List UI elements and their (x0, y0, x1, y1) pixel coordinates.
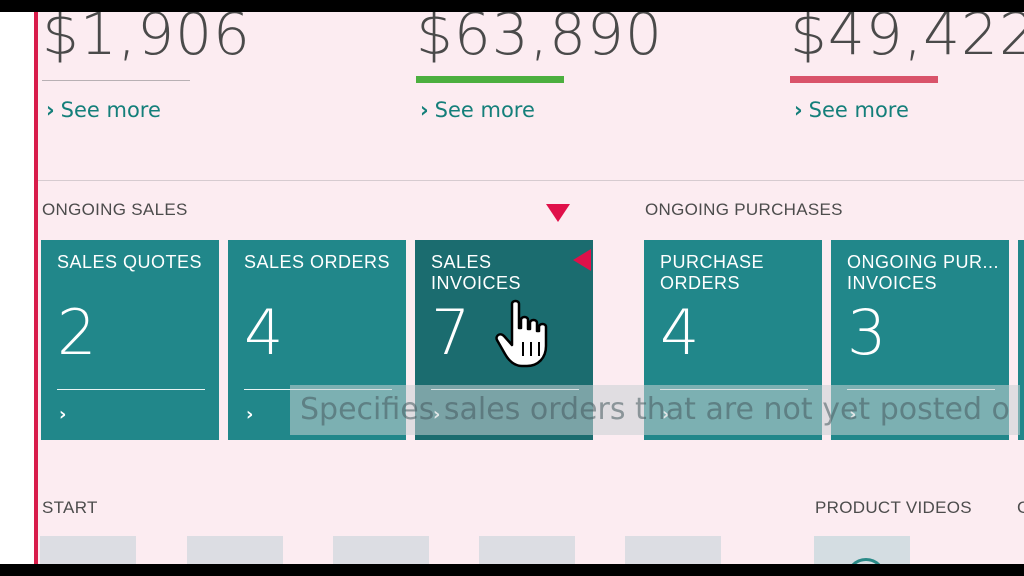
see-more-link-1[interactable]: › See more (46, 98, 161, 122)
see-more-label: See more (808, 98, 909, 122)
start-item[interactable] (333, 536, 429, 564)
chevron-right-icon: › (794, 98, 803, 122)
ongoing-purchases-heading: ONGOING PURCHASES (645, 200, 843, 219)
tile-title: SALES QUOTES (57, 252, 203, 272)
tile-tooltip: Specifies sales orders that are not yet … (290, 385, 1020, 435)
kpi-indicator-1 (42, 80, 190, 81)
tile-count: 3 (847, 296, 887, 369)
tile-count: 4 (244, 296, 284, 369)
chevron-right-icon: › (420, 98, 429, 122)
chevron-right-icon: › (246, 404, 254, 425)
tile-count: 7 (431, 296, 471, 369)
start-item[interactable] (625, 536, 721, 564)
role-center-page: $1,906 › See more $63,890 › See more $49,4… (0, 12, 1024, 564)
see-more-label: See more (60, 98, 161, 122)
kpi-value-1: $1,906 (42, 12, 251, 68)
see-more-label: See more (434, 98, 535, 122)
ongoing-sales-heading: ONGOING SALES (42, 200, 188, 219)
product-videos-heading: PRODUCT VIDEOS (815, 498, 972, 517)
hand-pointer-cursor-icon (495, 299, 548, 368)
pointer-marker-left (573, 249, 591, 271)
tile-count: 2 (57, 296, 97, 369)
left-margin (0, 12, 34, 564)
see-more-link-2[interactable]: › See more (420, 98, 535, 122)
tile-title: ONGOING PUR... INVOICES (847, 252, 1000, 293)
section-divider (38, 180, 1024, 181)
start-item[interactable] (187, 536, 283, 564)
next-section-heading-partial: C (1017, 498, 1024, 517)
tile-title: SALES ORDERS (244, 252, 391, 272)
kpi-indicator-3 (790, 76, 938, 83)
chevron-right-icon: › (59, 404, 67, 425)
tile-title: SALES INVOICES (431, 252, 522, 293)
tile-divider (57, 389, 205, 390)
pointer-marker-down (546, 204, 570, 222)
chevron-right-icon: › (46, 98, 55, 122)
letterbox-bottom (0, 564, 1024, 576)
letterbox-top (0, 0, 1024, 12)
kpi-value-2: $63,890 (416, 12, 663, 68)
start-heading: START (42, 498, 98, 517)
left-accent-bar (34, 12, 38, 564)
tile-title: PURCHASE ORDERS (660, 252, 765, 293)
tile-sales-quotes[interactable]: SALES QUOTES 2 › (41, 240, 219, 440)
kpi-value-3: $49,422 (790, 12, 1024, 68)
start-item[interactable] (479, 536, 575, 564)
kpi-indicator-2 (416, 76, 564, 83)
see-more-link-3[interactable]: › See more (794, 98, 909, 122)
tile-count: 4 (660, 296, 700, 369)
start-item[interactable] (40, 536, 136, 564)
